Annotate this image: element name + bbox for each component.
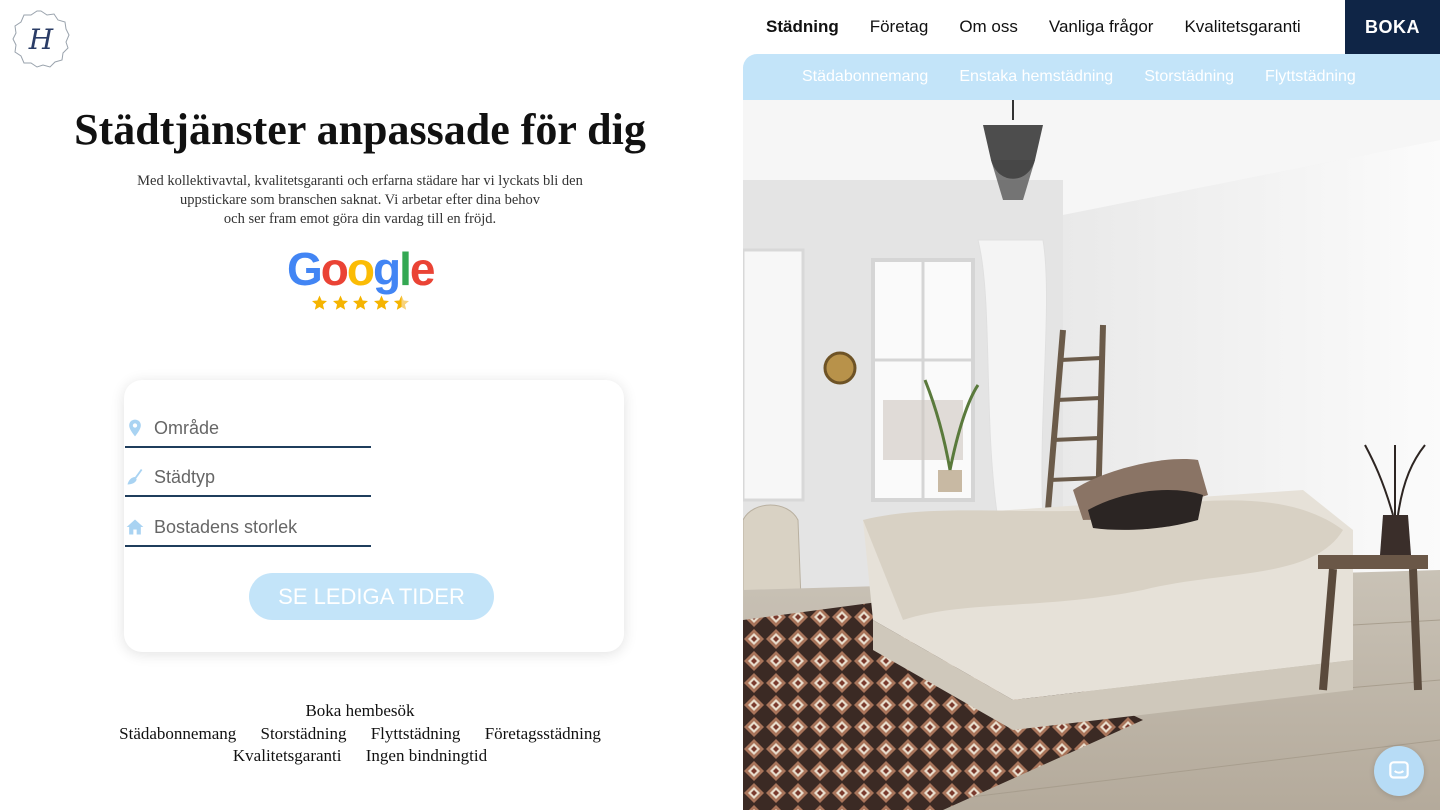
nav-item-kvalitetsgaranti[interactable]: Kvalitetsgaranti: [1184, 17, 1300, 37]
logo-emblem: H: [12, 10, 70, 68]
subnav-item-stadabonnemang[interactable]: Städabonnemang: [802, 68, 928, 86]
star-half-icon: [394, 295, 409, 310]
star-icon: [332, 295, 348, 310]
hero-description-line: och ser fram emot göra din vardag till e…: [223, 211, 497, 227]
footer-link-boka-hembesok[interactable]: Boka hembesök: [305, 701, 414, 720]
footer-row: Kvalitetsgaranti Ingen bindningtid: [40, 745, 680, 768]
see-available-times-button[interactable]: SE LEDIGA TIDER: [249, 573, 494, 620]
nav-item-stadning[interactable]: Städning: [766, 17, 839, 37]
star-icon: [312, 295, 327, 310]
sub-navigation: Städabonnemang Enstaka hemstädning Stors…: [743, 54, 1440, 100]
footer-link-ingen-bindningtid[interactable]: Ingen bindningtid: [366, 746, 487, 765]
footer-row: Boka hembesök: [40, 700, 680, 723]
nav-item-vanliga-fragor[interactable]: Vanliga frågor: [1049, 17, 1154, 37]
rating-stars: [310, 294, 413, 312]
footer-links: Boka hembesök Städabonnemang Storstädnin…: [40, 700, 680, 768]
nav-item-om-oss[interactable]: Om oss: [959, 17, 1018, 37]
footer-link-storstadning[interactable]: Storstädning: [261, 724, 347, 743]
hero-description-line: Med kollektivavtal, kvalitetsgaranti och…: [137, 173, 583, 189]
footer-row: Städabonnemang Storstädning Flyttstädnin…: [40, 723, 680, 746]
star-icon: [373, 295, 389, 310]
subnav-item-flyttstadning[interactable]: Flyttstädning: [1265, 68, 1356, 86]
hero-description: Med kollektivavtal, kvalitetsgaranti och…: [100, 172, 620, 229]
subnav-item-enstaka-hemstadning[interactable]: Enstaka hemstädning: [959, 68, 1113, 86]
google-rating[interactable]: Google: [287, 243, 437, 310]
cleaning-type-field[interactable]: [125, 459, 371, 497]
star-icon: [353, 295, 368, 310]
logo-letter: H: [28, 23, 54, 56]
hero-description-line: uppstickare som branschen saknat. Vi arb…: [179, 192, 541, 208]
footer-link-kvalitetsgaranti[interactable]: Kvalitetsgaranti: [233, 746, 342, 765]
footer-link-stadabonnemang[interactable]: Städabonnemang: [119, 724, 236, 743]
home-icon: [125, 517, 145, 537]
area-field[interactable]: [125, 410, 371, 448]
site-logo[interactable]: H: [12, 10, 70, 68]
chat-icon: [1389, 761, 1409, 779]
boka-button[interactable]: BOKA: [1345, 0, 1440, 54]
footer-link-flyttstadning[interactable]: Flyttstädning: [371, 724, 461, 743]
chat-button[interactable]: [1374, 746, 1424, 796]
page-title: Städtjänster anpassade för dig: [74, 105, 646, 154]
cleaning-type-input[interactable]: [154, 466, 354, 488]
area-input[interactable]: [154, 417, 354, 439]
location-pin-icon: [125, 418, 145, 438]
hero-photo: [743, 100, 1440, 810]
broom-icon: [125, 467, 145, 487]
subnav-item-storstadning[interactable]: Storstädning: [1144, 68, 1234, 86]
main-navigation: Städning Företag Om oss Vanliga frågor K…: [766, 0, 1332, 54]
google-logo: Google: [287, 243, 435, 295]
nav-item-foretag[interactable]: Företag: [870, 17, 929, 37]
footer-link-foretagsstadning[interactable]: Företagsstädning: [485, 724, 601, 743]
home-size-input[interactable]: [154, 516, 354, 538]
home-size-field[interactable]: [125, 509, 371, 547]
